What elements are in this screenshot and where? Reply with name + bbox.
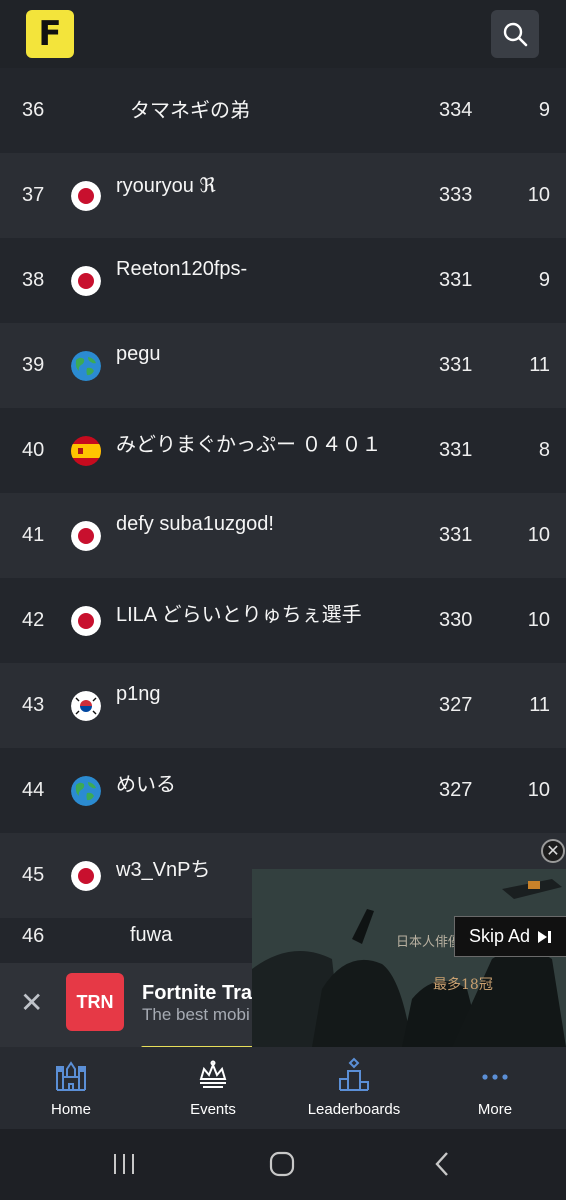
globe-flag-icon xyxy=(71,350,101,381)
points: 327 xyxy=(439,694,473,716)
skip-ad-label: Skip Ad xyxy=(468,926,531,946)
ad-close-button[interactable]: ✕ xyxy=(541,839,565,863)
logo-letter: F xyxy=(38,14,62,54)
rank: 38 xyxy=(22,269,45,291)
matches: 10 xyxy=(527,779,550,801)
table-row[interactable]: 37 ryouryou ℜ 333 10 xyxy=(0,153,566,238)
banner-close-icon[interactable]: ✕ xyxy=(20,988,43,1018)
table-row[interactable]: 39 pegu 331 11 xyxy=(0,323,566,408)
matches: 11 xyxy=(529,694,550,716)
matches: 10 xyxy=(527,524,550,546)
nav-leaderboards-label: Leaderboards xyxy=(307,1101,401,1118)
table-row[interactable]: 44 めいる 327 10 xyxy=(0,748,566,833)
bottom-nav: Home Events Leaderboards More xyxy=(0,1047,566,1129)
table-row[interactable]: 38 Reeton120fps- 331 9 xyxy=(0,238,566,323)
points: 330 xyxy=(439,609,473,631)
matches: 9 xyxy=(538,269,550,291)
nav-home[interactable]: Home xyxy=(0,1047,142,1129)
player-name: p1ng xyxy=(116,683,161,705)
crown-icon xyxy=(199,1060,227,1088)
ad-text-2: 最多18冠 xyxy=(433,977,493,993)
ad-text-1: 日本人俳優 xyxy=(396,935,462,950)
player-name: みどりまぐかっぷー ０４０１ xyxy=(116,434,382,456)
skip-ad-button[interactable]: Skip Ad xyxy=(454,916,566,957)
castle-icon xyxy=(56,1061,86,1091)
points: 331 xyxy=(439,524,473,546)
video-ad[interactable]: 日本人俳優 最多18冠 xyxy=(252,869,566,1047)
rank: 37 xyxy=(22,184,45,206)
japan-flag-icon xyxy=(71,520,101,551)
table-row[interactable]: 36 タマネギの弟 334 9 xyxy=(0,68,566,153)
rank: 41 xyxy=(22,524,45,546)
matches: 10 xyxy=(527,184,550,206)
player-name: ryouryou ℜ xyxy=(116,175,216,197)
top-bar: F xyxy=(0,0,566,68)
fortnite-logo[interactable]: F xyxy=(26,10,74,58)
rank: 36 xyxy=(22,99,45,121)
points: 331 xyxy=(439,269,473,291)
points: 327 xyxy=(439,779,473,801)
nav-more[interactable]: More xyxy=(424,1047,566,1129)
table-row[interactable]: 42 LILA どらいとりゅちぇ選手 330 10 xyxy=(0,578,566,663)
points: 331 xyxy=(439,354,473,376)
player-name: めいる xyxy=(116,774,176,796)
points: 334 xyxy=(439,99,473,121)
leaderboard-list[interactable]: 36 タマネギの弟 334 9 37 ryouryou ℜ 333 10 38 … xyxy=(0,68,566,963)
ad-scene-image xyxy=(252,869,566,1047)
japan-flag-icon xyxy=(71,860,101,891)
matches: 10 xyxy=(527,609,550,631)
search-button[interactable] xyxy=(491,10,539,58)
japan-flag-icon xyxy=(71,605,101,636)
trn-logo: TRN xyxy=(66,973,124,1031)
nav-events[interactable]: Events xyxy=(142,1047,284,1129)
system-nav-bar xyxy=(0,1129,566,1200)
points: 333 xyxy=(439,184,473,206)
rank: 46 xyxy=(22,925,45,947)
skip-next-icon xyxy=(538,930,552,943)
japan-flag-icon xyxy=(71,265,101,296)
rank: 43 xyxy=(22,694,45,716)
dots-icon xyxy=(482,1074,508,1080)
back-icon[interactable] xyxy=(430,1151,456,1177)
spain-flag-icon xyxy=(71,435,101,466)
nav-leaderboards[interactable]: Leaderboards xyxy=(283,1047,425,1129)
player-name: pegu xyxy=(116,343,161,365)
rank: 39 xyxy=(22,354,45,376)
matches: 9 xyxy=(538,99,550,121)
rank: 42 xyxy=(22,609,45,631)
table-row[interactable]: 41 defy suba1uzgod! 331 10 xyxy=(0,493,566,578)
japan-flag-icon xyxy=(71,180,101,211)
player-name: Reeton120fps- xyxy=(116,258,248,280)
home-icon[interactable] xyxy=(269,1151,295,1177)
table-row[interactable]: 40 みどりまぐかっぷー ０４０１ 331 8 xyxy=(0,408,566,493)
points: 331 xyxy=(439,439,473,461)
nav-more-label: More xyxy=(477,1101,513,1118)
close-icon: ✕ xyxy=(546,843,560,860)
player-name: LILA どらいとりゅちぇ選手 xyxy=(116,604,362,626)
recent-apps-icon[interactable] xyxy=(111,1151,137,1177)
player-name: defy suba1uzgod! xyxy=(116,513,274,535)
banner-title: Fortnite Trac xyxy=(142,982,264,1004)
rank: 44 xyxy=(22,779,45,801)
rank: 45 xyxy=(22,864,45,886)
banner-subtitle: The best mobi xyxy=(142,1005,250,1024)
player-name: w3_VnPち xyxy=(116,859,211,881)
nav-home-label: Home xyxy=(50,1101,91,1118)
korea-flag-icon xyxy=(71,690,101,721)
matches: 11 xyxy=(529,354,550,376)
matches: 8 xyxy=(538,439,550,461)
table-row[interactable]: 43 p1ng 327 11 xyxy=(0,663,566,748)
globe-flag-icon xyxy=(71,775,101,806)
nav-events-label: Events xyxy=(190,1101,236,1118)
search-icon xyxy=(503,22,528,47)
player-name: fuwa xyxy=(130,924,173,946)
player-name: タマネギの弟 xyxy=(130,100,250,122)
podium-icon xyxy=(339,1057,369,1091)
rank: 40 xyxy=(22,439,45,461)
